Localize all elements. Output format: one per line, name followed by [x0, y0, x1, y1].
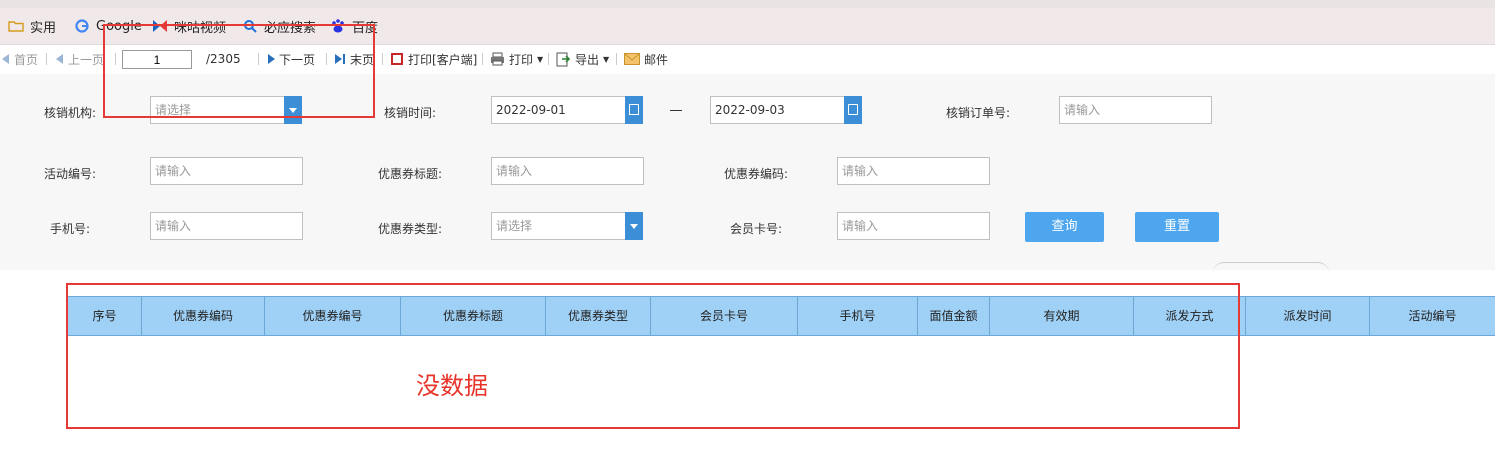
print-client-button[interactable]: 打印[客户端] [390, 51, 477, 67]
print-client-label: 打印[客户端] [408, 52, 478, 67]
reset-button[interactable]: 重置 [1135, 212, 1219, 242]
card-label: 会员卡号: [730, 222, 783, 236]
time-label: 核销时间: [384, 106, 437, 120]
annotation-box-pagination [103, 24, 375, 118]
print-label: 打印 [509, 52, 534, 67]
column-header[interactable]: 活动编号 [1369, 297, 1495, 335]
order-label: 核销订单号: [946, 106, 1011, 120]
calendar-icon[interactable] [625, 96, 643, 124]
chevron-down-icon: ▼ [537, 54, 544, 64]
browser-top-strip [0, 0, 1495, 8]
title-input[interactable]: 请输入 [491, 157, 644, 185]
prev-page-button[interactable]: 上一页 [56, 51, 104, 67]
order-input[interactable]: 请输入 [1059, 96, 1212, 124]
activity-input[interactable]: 请输入 [150, 157, 303, 185]
collapse-handle[interactable] [1213, 262, 1329, 273]
phone-input[interactable]: 请输入 [150, 212, 303, 240]
triangle-left-icon [56, 54, 63, 64]
google-icon [75, 19, 89, 33]
toolbar-separator [46, 53, 47, 65]
calendar-icon[interactable] [844, 96, 862, 124]
chevron-down-icon: ▼ [603, 54, 610, 64]
pdf-icon [391, 53, 403, 65]
printer-icon [491, 52, 504, 66]
date-range-dash [670, 110, 682, 111]
title-label: 优惠券标题: [378, 167, 443, 181]
export-button[interactable]: 导出 ▼ [556, 51, 609, 67]
phone-label: 手机号: [50, 222, 91, 236]
export-icon [556, 52, 571, 66]
mail-label: 邮件 [644, 52, 669, 67]
toolbar-separator [482, 53, 483, 65]
export-label: 导出 [575, 52, 600, 67]
first-page-label: 首页 [14, 52, 39, 67]
bookmark-shiyong[interactable]: 实用 [8, 16, 56, 36]
bookmark-label: 实用 [30, 20, 57, 36]
toolbar-separator [548, 53, 549, 65]
query-button[interactable]: 查询 [1025, 212, 1104, 242]
first-page-button[interactable]: 首页 [2, 51, 38, 67]
folder-icon [8, 21, 24, 32]
column-header[interactable]: 派发时间 [1245, 297, 1369, 335]
print-button[interactable]: 打印 ▼ [490, 51, 543, 67]
chevron-down-icon[interactable] [625, 212, 643, 240]
triangle-left-icon [2, 54, 9, 64]
type-label: 优惠券类型: [378, 222, 443, 236]
activity-label: 活动编号: [44, 167, 97, 181]
annotation-box-table [66, 283, 1240, 429]
card-input[interactable]: 请输入 [837, 212, 990, 240]
time-from-field[interactable]: 2022-09-01 [491, 96, 643, 124]
mail-button[interactable]: 邮件 [624, 51, 668, 67]
toolbar-separator [382, 53, 383, 65]
code-input[interactable]: 请输入 [837, 157, 990, 185]
org-label: 核销机构: [44, 106, 97, 120]
code-label: 优惠券编码: [724, 167, 789, 181]
time-to-field[interactable]: 2022-09-03 [710, 96, 862, 124]
mail-icon [624, 53, 640, 65]
type-select[interactable]: 请选择 [491, 212, 643, 240]
toolbar-separator [616, 53, 617, 65]
prev-page-label: 上一页 [68, 52, 105, 67]
